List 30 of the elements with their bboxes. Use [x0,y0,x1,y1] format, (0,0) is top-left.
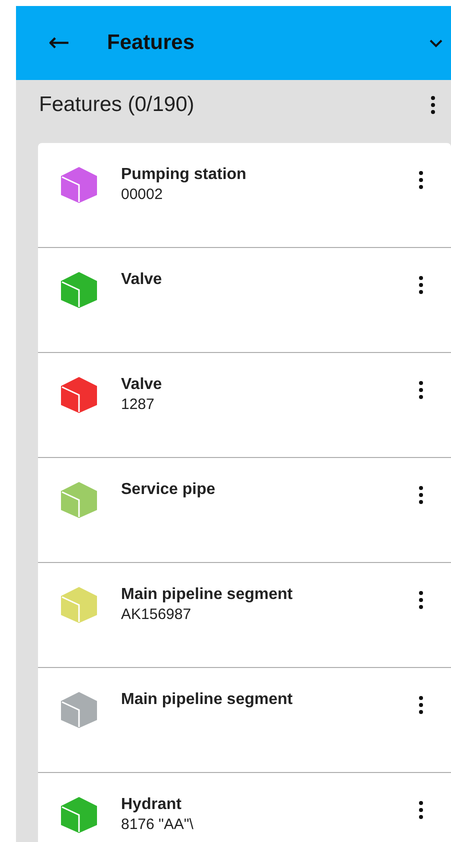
feature-name: Valve [121,375,163,395]
feature-item[interactable]: Pumping station 00002 [38,143,451,248]
more-icon [419,591,423,609]
feature-item[interactable]: Hydrant 8176 "AA"\ [38,773,451,842]
more-icon [419,486,423,504]
screen-title: Features [107,31,196,55]
more-icon [419,276,423,294]
more-icon [419,171,423,189]
feature-name: Service pipe [121,480,216,500]
feature-name: Main pipeline segment [121,690,294,710]
more-icon [431,96,435,114]
feature-name: Hydrant [121,795,182,815]
list-title: Features (0/190) [39,93,196,117]
feature-code: 1287 [121,395,156,415]
chevron-down-icon [429,38,443,48]
feature-code: AK156987 [121,605,192,625]
back-button[interactable]: ← [44,26,74,60]
feature-code: 00002 [121,185,164,205]
feature-name: Valve [121,270,163,290]
more-icon [419,801,423,819]
more-icon [419,381,423,399]
more-icon [419,696,423,714]
feature-item[interactable]: Service pipe [38,458,451,563]
feature-item[interactable]: Main pipeline segment AK156987 [38,563,451,668]
feature-item[interactable]: Valve [38,248,451,353]
feature-name: Main pipeline segment [121,585,294,605]
feature-name: Pumping station [121,165,248,185]
feature-item[interactable]: Main pipeline segment [38,668,451,773]
feature-code: 8176 "AA"\ [121,815,194,835]
feature-item[interactable]: Valve 1287 [38,353,451,458]
